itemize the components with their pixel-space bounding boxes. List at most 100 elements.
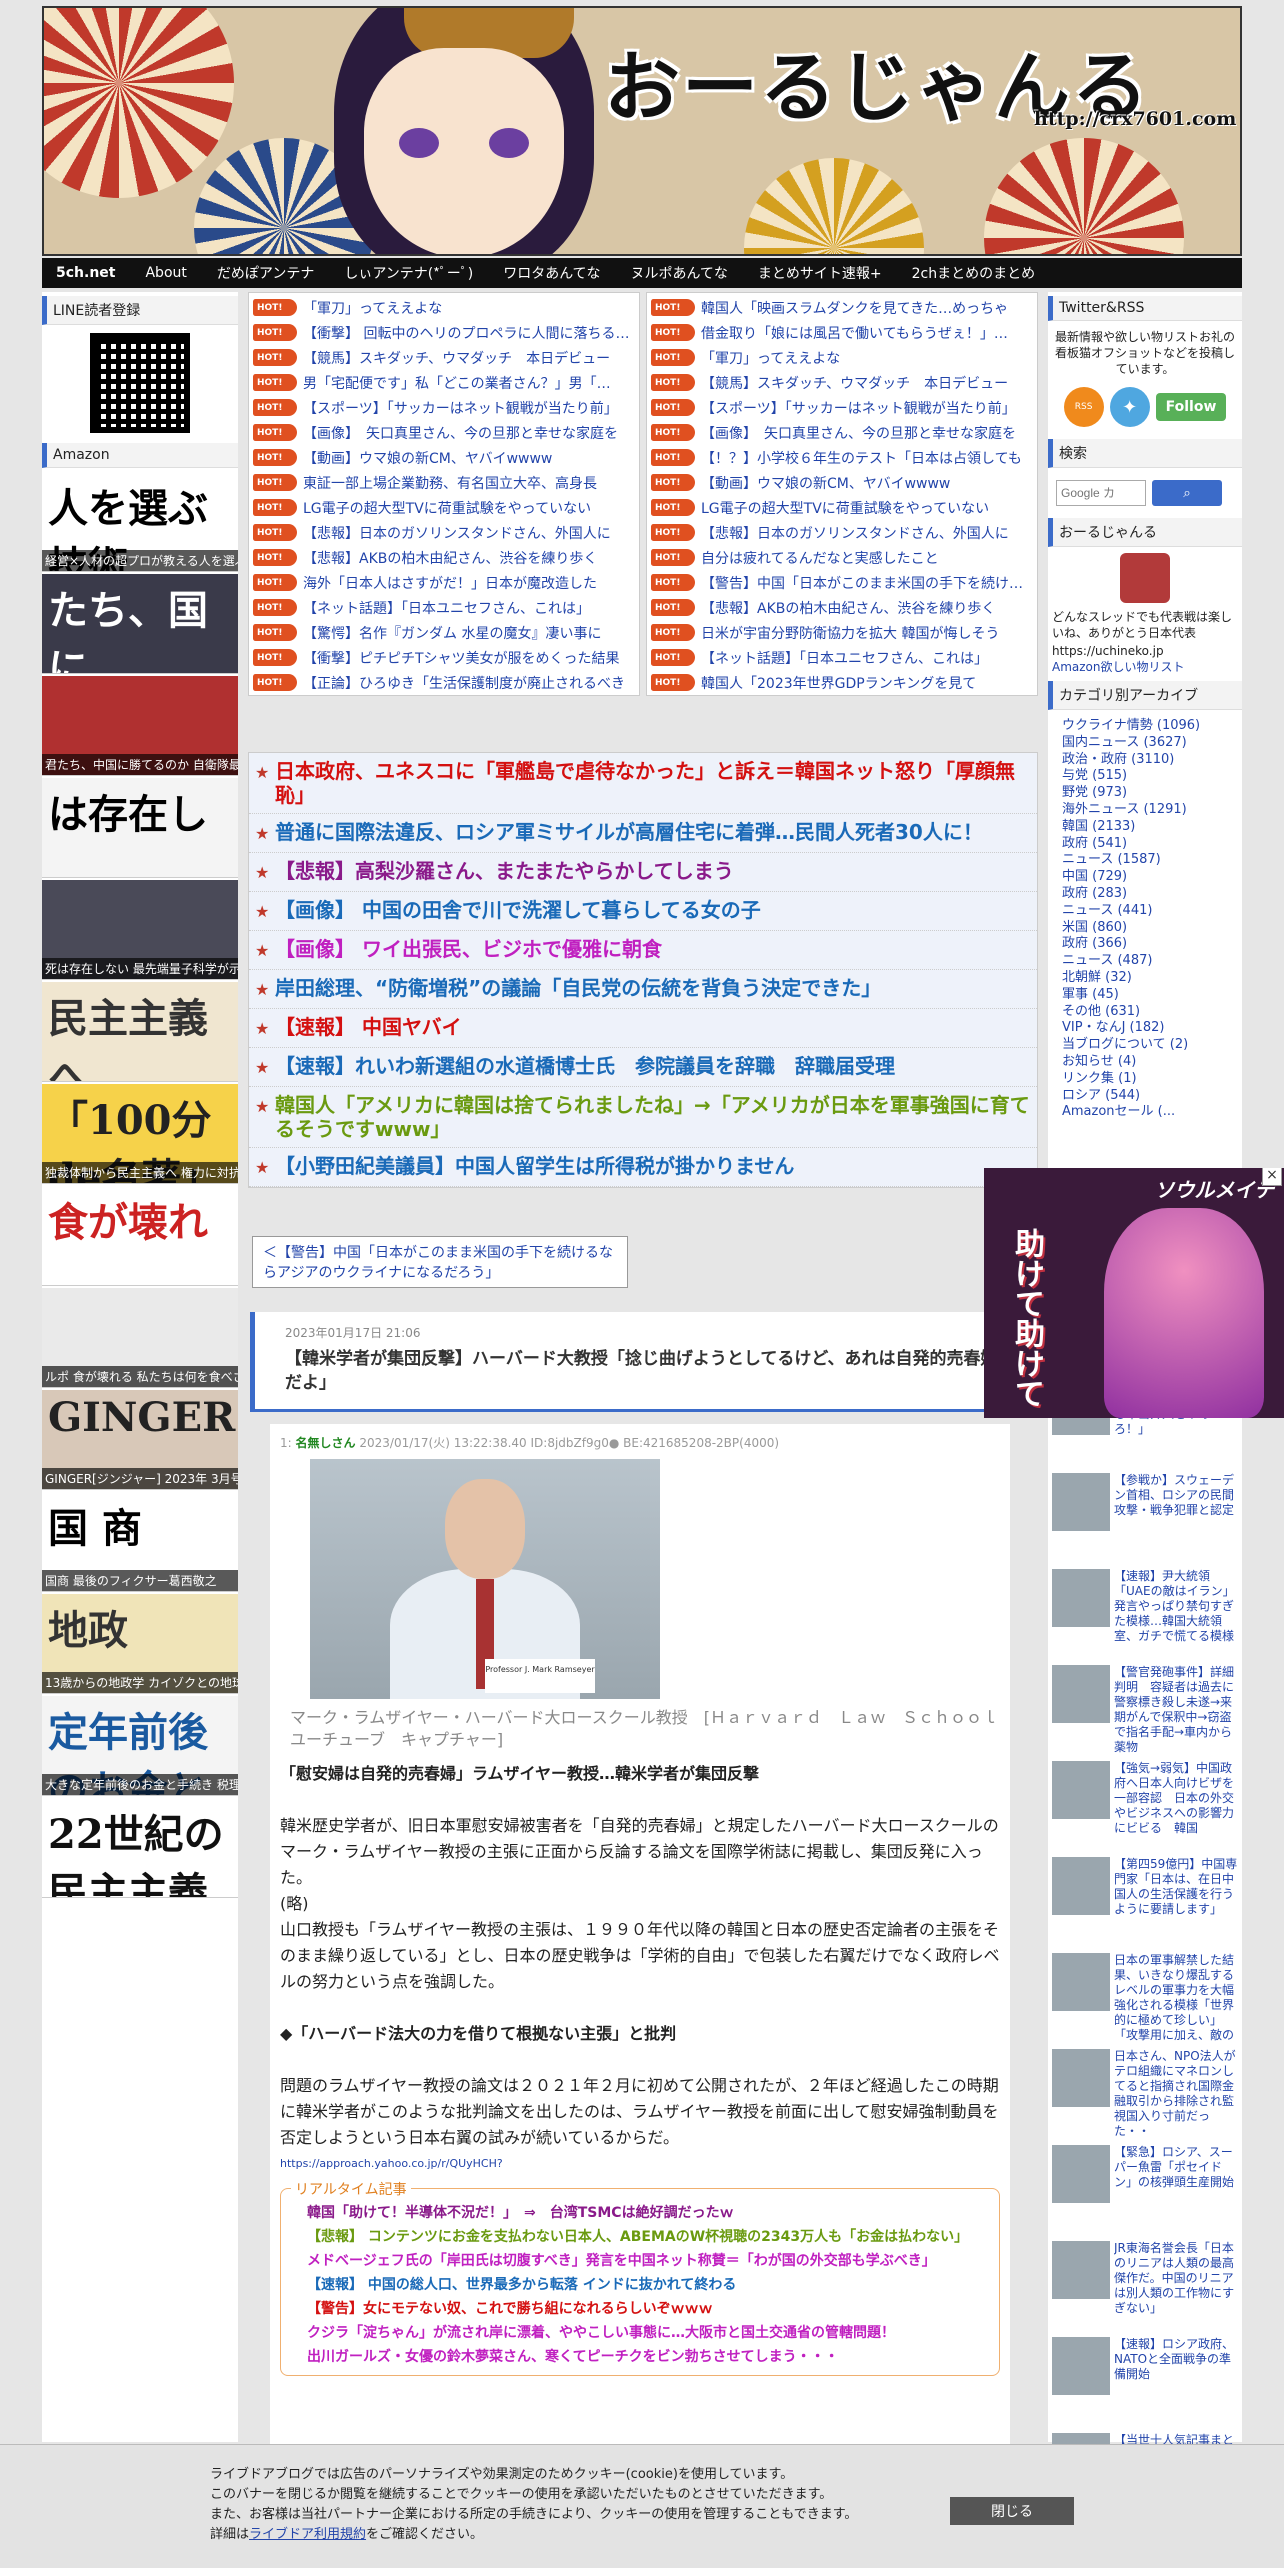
featured-headline[interactable]: ★ 韓国人「アメリカに韓国は捨てられましたね」→「アメリカが日本を軍事強国に育てる… <box>249 1087 1037 1148</box>
hot-article-item[interactable]: HOT! 男「宅配便です」私「どこの業者さん？」男「… <box>253 370 635 395</box>
category-link[interactable]: 政府 (366) <box>1062 936 1242 953</box>
category-link[interactable]: 与党 (515) <box>1062 768 1242 785</box>
article-title[interactable]: 【韓米学者が集団反撃】ハーバード大教授「捻じ曲げようとしてるけど、あれは自発的売… <box>285 1347 1010 1395</box>
sidebar-article[interactable]: 【緊急】ロシア、スーパー魚雷「ポセイドン」の核弾頭生産開始 <box>1052 2145 1238 2235</box>
featured-headline[interactable]: ★ 【画像】 ワイ出張民、ビジホで優雅に朝食 <box>249 931 1037 970</box>
hot-article-item[interactable]: HOT! 【動画】ウマ娘の新CM、ヤバイwwww <box>651 470 1033 495</box>
profile-url[interactable]: https://uchineko.jp <box>1052 643 1238 659</box>
featured-headline[interactable]: ★ 【速報】れいわ新選組の水道橋博士氏 参院議員を辞職 辞職届受理 <box>249 1048 1037 1087</box>
hot-article-item[interactable]: HOT! 【ネット話題】「日本ユニセフさん、これは」 <box>253 595 635 620</box>
featured-headline[interactable]: ★ 普通に国際法違反、ロシア軍ミサイルが高層住宅に着弾…民間人死者30人に！ <box>249 814 1037 853</box>
category-link[interactable]: 韓国 (2133) <box>1062 819 1242 836</box>
featured-headline[interactable]: ★ 岸田総理、“防衛増税”の議論「自民党の伝統を背負う決定できた」 <box>249 970 1037 1009</box>
hot-article-item[interactable]: HOT! 日米が宇宙分野防衛協力を拡大 韓国が悔しそう <box>651 620 1033 645</box>
search-input[interactable] <box>1056 480 1146 506</box>
hot-article-item[interactable]: HOT! 東証一部上場企業勤務、有名国立大卒、高身長 <box>253 470 635 495</box>
hot-article-item[interactable]: HOT! 【悲報】日本のガソリンスタンドさん、外国人に <box>651 520 1033 545</box>
hot-article-item[interactable]: HOT! 【驚愕】名作『ガンダム 水星の魔女』凄い事に <box>253 620 635 645</box>
category-link[interactable]: 野党 (973) <box>1062 785 1242 802</box>
nav-link-nurupo[interactable]: ヌルポあんてな <box>631 263 728 283</box>
nav-link-2ch-matome[interactable]: 2chまとめのまとめ <box>912 263 1035 283</box>
amazon-book[interactable]: 「100分de名著」独裁体制から民主主義へ 権力に対抗するための教科書 (ち <box>42 1084 238 1184</box>
category-link[interactable]: 米国 (860) <box>1062 920 1242 937</box>
amazon-book[interactable]: 定年前後のお金と手続き大きな定年前後のお金と手続き 税理士・社労士が教える <box>42 1696 238 1796</box>
category-link[interactable]: 当ブログについて (2) <box>1062 1037 1242 1054</box>
amazon-book[interactable]: 地政 13歳からの地政学 カイゾクとの地球儀航海 <box>42 1594 238 1694</box>
amazon-book[interactable]: 22世紀の民主主義 <box>42 1798 238 1898</box>
hot-article-item[interactable]: HOT! 【衝撃】 回転中のヘリのプロペラに人間に落ちるとどうなるのか <box>253 320 635 345</box>
article-photo[interactable]: Professor J. Mark Ramseyer <box>310 1459 660 1699</box>
category-link[interactable]: 政治・政府 (3110) <box>1062 752 1242 769</box>
featured-headline[interactable]: ★ 【画像】 中国の田舎で川で洗濯して暮らしてる女の子 <box>249 892 1037 931</box>
search-button[interactable]: ⌕ <box>1152 480 1222 506</box>
amazon-book[interactable]: たち、国に <box>42 574 238 674</box>
hot-article-item[interactable]: HOT! 【スポーツ】「サッカーはネット観戦が当たり前」 <box>253 395 635 420</box>
hot-article-item[interactable]: HOT! 自分は疲れてるんだなと実感したこと <box>651 545 1033 570</box>
floating-ad[interactable]: ソウルメイテ 助けて助けて × <box>984 1168 1284 1418</box>
amazon-book[interactable]: ルポ 食が壊れる 私たちは何を食べさせられるのか? (文春新 <box>42 1288 238 1388</box>
hot-article-item[interactable]: HOT! 【衝撃】ピチピチTシャツ美女が服をめくった結果 <box>253 645 635 670</box>
hot-article-item[interactable]: HOT! 【悲報】AKBの柏木由紀さん、渋谷を練り歩く <box>651 595 1033 620</box>
featured-headline[interactable]: ★ 【速報】 中国ヤバイ <box>249 1009 1037 1048</box>
category-link[interactable]: Amazonセール (... <box>1062 1104 1242 1121</box>
category-link[interactable]: 軍事 (45) <box>1062 987 1242 1004</box>
amazon-book[interactable]: 民主主義へ <box>42 982 238 1082</box>
hot-article-item[interactable]: HOT! 【悲報】日本のガソリンスタンドさん、外国人に <box>253 520 635 545</box>
category-link[interactable]: リンク集 (1) <box>1062 1071 1242 1088</box>
amazon-book[interactable]: GINGER GINGER[ジンジャー] 2023年 3月号 <box>42 1390 238 1490</box>
realtime-article[interactable]: メドベージェフ氏の「岸田氏は切腹すべき」発言を中国ネット称賛＝「わが国の外交部も… <box>307 2249 989 2273</box>
hot-article-item[interactable]: HOT! 海外「日本人はさすがだ！」日本が魔改造した <box>253 570 635 595</box>
hot-article-item[interactable]: HOT! 「軍刀」ってええよな <box>253 295 635 320</box>
hot-article-item[interactable]: HOT! 【悲報】AKBの柏木由紀さん、渋谷を練り歩く <box>253 545 635 570</box>
hot-article-item[interactable]: HOT! 借金取り「娘には風呂で働いてもらうぜぇ！」… <box>651 320 1033 345</box>
hot-article-item[interactable]: HOT! 【正論】ひろゆき「生活保護制度が廃止されるべき <box>253 670 635 695</box>
category-link[interactable]: 政府 (283) <box>1062 886 1242 903</box>
category-link[interactable]: その他 (631) <box>1062 1004 1242 1021</box>
amazon-book[interactable]: 死は存在しない 最先端量子科学が示す新たな仮説 (光文 <box>42 880 238 980</box>
sidebar-article[interactable]: 【参戦か】スウェーデン首相、ロシアの民間攻撃・戦争犯罪と認定 <box>1052 1473 1238 1563</box>
sidebar-article[interactable]: 【警官発砲事件】詳細判明 容疑者は過去に警察標き殺し未遂→来期がんで保釈中→窃盗… <box>1052 1665 1238 1755</box>
previous-article-link[interactable]: ＜【警告】中国「日本がこのまま米国の手下を続けるならアジアのウクライナになるだろ… <box>252 1236 628 1288</box>
realtime-article[interactable]: 出川ガールズ・女優の鈴木夢菜さん、寒くてピーチクをビン勃ちさせてしまう・・・ <box>307 2345 989 2369</box>
category-link[interactable]: 中国 (729) <box>1062 869 1242 886</box>
hot-article-item[interactable]: HOT! 【競馬】スキダッチ、ウマダッチ 本日デビュー <box>253 345 635 370</box>
category-link[interactable]: ニュース (1587) <box>1062 852 1242 869</box>
ad-close-icon[interactable]: × <box>1262 1168 1282 1186</box>
category-link[interactable]: 北朝鮮 (32) <box>1062 970 1242 987</box>
amazon-wishlist-link[interactable]: Amazon欲しい物リスト <box>1052 659 1238 675</box>
hot-article-item[interactable]: HOT! 【競馬】スキダッチ、ウマダッチ 本日デビュー <box>651 370 1033 395</box>
hot-article-item[interactable]: HOT! 韓国人「映画スラムダンクを見てきた…めっちゃ <box>651 295 1033 320</box>
featured-headline[interactable]: ★ 【小野田紀美議員】中国人留学生は所得税が掛かりません <box>249 1148 1037 1187</box>
category-link[interactable]: ニュース (441) <box>1062 903 1242 920</box>
hot-article-item[interactable]: HOT! 【画像】 矢口真里さん、今の旦那と幸せな家庭を <box>651 420 1033 445</box>
hot-article-item[interactable]: HOT! 【ネット話題】「日本ユニセフさん、これは」 <box>651 645 1033 670</box>
featured-headline[interactable]: ★ 【悲報】高梨沙羅さん、またまたやらかしてしまう <box>249 853 1037 892</box>
realtime-article[interactable]: 韓国「助けて！半導体不況だ！」 ⇒ 台湾TSMCは絶好調だったｗ <box>307 2201 989 2225</box>
category-link[interactable]: VIP・なんJ (182) <box>1062 1020 1242 1037</box>
hot-article-item[interactable]: HOT! 【動画】ウマ娘の新CM、ヤバイwwww <box>253 445 635 470</box>
hot-article-item[interactable]: HOT! LG電子の超大型TVに荷重試験をやっていない <box>253 495 635 520</box>
nav-link-damepo[interactable]: だめぽアンテナ <box>217 263 314 283</box>
category-link[interactable]: 政府 (541) <box>1062 836 1242 853</box>
category-link[interactable]: ロシア (544) <box>1062 1088 1242 1105</box>
line-qr-code[interactable] <box>90 333 190 433</box>
realtime-article[interactable]: クジラ「淀ちゃん」が流され岸に漂着、ややこしい事態に…大阪市と国土交通省の管轄問… <box>307 2321 989 2345</box>
sidebar-article[interactable]: 日本の軍事解禁した結果、いきなり爆乱するレベルの軍事力を大幅強化される模様「世界… <box>1052 1953 1238 2043</box>
hot-article-item[interactable]: HOT! 【画像】 矢口真里さん、今の旦那と幸せな家庭を <box>253 420 635 445</box>
nav-link-5ch[interactable]: 5ch.net <box>56 265 115 281</box>
sidebar-article[interactable]: 日本さん、NPO法人がテロ組織にマネロンしてると指摘され国際金融取引から排除され… <box>1052 2049 1238 2139</box>
terms-link[interactable]: ライブドア利用規約 <box>249 2527 366 2542</box>
source-link[interactable]: https://approach.yahoo.co.jp/r/QUyHCH? <box>280 2157 1000 2170</box>
realtime-article[interactable]: 【速報】 中国の総人口、世界最多から転落 インドに抜かれて終わる <box>307 2273 989 2297</box>
sidebar-article[interactable]: JR東海名誉会長「日本のリニアは人類の最高傑作だ。中国のリニアは別人類の工作物に… <box>1052 2241 1238 2331</box>
nav-link-matome-sokuho[interactable]: まとめサイト速報+ <box>758 263 882 283</box>
site-header-banner[interactable]: おーるじゃんる http://crx7601.com <box>42 6 1242 256</box>
category-link[interactable]: 国内ニュース (3627) <box>1062 735 1242 752</box>
category-link[interactable]: お知らせ (4) <box>1062 1054 1242 1071</box>
nav-link-about[interactable]: About <box>145 265 186 281</box>
sidebar-article[interactable]: 【強気→弱気】中国政府へ日本人向けビザを一部容認 日本の外交やビジネスへの影響力… <box>1052 1761 1238 1851</box>
amazon-book[interactable]: 食が壊れ <box>42 1186 238 1286</box>
nav-link-warota[interactable]: ワロタあんてな <box>503 263 600 283</box>
hot-article-item[interactable]: HOT! 【！？】小学校６年生のテスト「日本は占領しても <box>651 445 1033 470</box>
hot-article-item[interactable]: HOT! 【スポーツ】「サッカーはネット観戦が当たり前」 <box>651 395 1033 420</box>
